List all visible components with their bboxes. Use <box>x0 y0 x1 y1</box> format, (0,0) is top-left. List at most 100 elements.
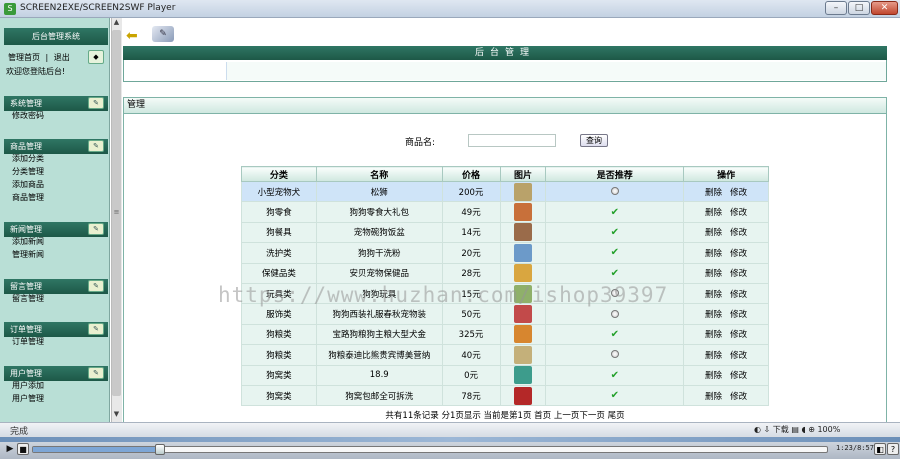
cell-actions: 删除 修改 <box>683 180 769 203</box>
scroll-down-icon[interactable]: ▼ <box>111 410 122 420</box>
sidebar-link[interactable]: 用户管理 <box>12 393 44 405</box>
cell-recommended: ✔ <box>545 221 685 244</box>
stop-button[interactable]: ■ <box>17 443 29 455</box>
folder-icon: ✎ <box>88 280 104 292</box>
delete-link[interactable]: 删除 <box>705 330 722 340</box>
edit-link[interactable]: 修改 <box>730 208 747 218</box>
cell-price: 0元 <box>441 364 501 386</box>
table-row[interactable]: 洗护类 狗狗干洗粉 20元 ✔ 删除 修改 <box>241 242 769 264</box>
scroll-up-icon[interactable]: ▲ <box>111 18 122 28</box>
edit-link[interactable]: 修改 <box>730 310 747 320</box>
edit-link[interactable]: 修改 <box>730 188 747 198</box>
page-icon[interactable]: ▤ <box>791 425 799 434</box>
timecode: 1:23/8:57 <box>836 444 874 452</box>
download-icon[interactable]: ⇩ <box>764 425 771 434</box>
sidebar-link[interactable]: 订单管理 <box>12 336 44 348</box>
zoom-icon[interactable]: ⊕ <box>808 425 815 434</box>
product-thumbnail <box>513 203 532 222</box>
cell-recommended: ✔ <box>545 384 685 407</box>
progress-knob[interactable] <box>155 444 165 455</box>
search-input[interactable] <box>468 134 556 147</box>
sidebar-group-header[interactable]: 用户管理 ✎ <box>4 366 108 381</box>
info-button[interactable]: ? <box>887 443 899 455</box>
search-label: 商品名: <box>405 138 436 148</box>
search-button[interactable]: 查询 <box>580 134 608 147</box>
table-row[interactable]: 狗窝类 18.9 0元 ✔ 删除 修改 <box>241 364 769 386</box>
product-thumbnail <box>513 325 532 344</box>
sidebar-group-header[interactable]: 商品管理 ✎ <box>4 139 108 154</box>
delete-link[interactable]: 删除 <box>705 371 722 381</box>
cell-actions: 删除 修改 <box>683 323 769 346</box>
edit-link[interactable]: 修改 <box>730 228 747 238</box>
table-row[interactable]: 狗窝类 狗窝包邮全可拆洗 78元 ✔ 删除 修改 <box>241 384 769 407</box>
snapshot-button[interactable]: ◧ <box>874 443 886 455</box>
table-row[interactable]: 狗粮类 狗粮泰迪比熊贵宾博美营纳 40元 删除 修改 <box>241 344 769 366</box>
table-row[interactable]: 保健品类 安贝宠物保健品 28元 ✔ 删除 修改 <box>241 262 769 284</box>
page-header: 后台管理 <box>123 46 887 60</box>
table-row[interactable]: 狗粮类 宝路狗粮狗主粮大型犬金 325元 ✔ 删除 修改 <box>241 323 769 346</box>
delete-link[interactable]: 删除 <box>705 188 722 198</box>
sidebar-link[interactable]: 修改密码 <box>12 110 44 122</box>
delete-link[interactable]: 删除 <box>705 392 722 402</box>
taskbar-strip <box>0 437 900 442</box>
table-row[interactable]: 狗餐具 宠物碗狗饭盆 14元 ✔ 删除 修改 <box>241 221 769 244</box>
checkmark-icon: ✔ <box>610 390 619 402</box>
cell-category: 狗餐具 <box>241 221 317 244</box>
delete-link[interactable]: 删除 <box>705 249 722 259</box>
zoom-level[interactable]: 100% <box>817 425 840 434</box>
download-label[interactable]: 下载 <box>773 425 789 434</box>
minimize-button[interactable]: – <box>825 1 847 15</box>
edit-link[interactable]: 修改 <box>730 351 747 361</box>
edit-icon[interactable]: ✎ <box>152 26 174 42</box>
sidebar-link[interactable]: 添加商品 <box>12 179 44 191</box>
cell-image <box>499 201 547 223</box>
delete-link[interactable]: 删除 <box>705 208 722 218</box>
sidebar-link[interactable]: 添加新闻 <box>12 236 44 248</box>
table-row[interactable]: 小型宠物犬 松狮 200元 删除 修改 <box>241 180 769 203</box>
checkmark-icon: ✔ <box>610 369 619 381</box>
sidebar-group-label: 新闻管理 <box>10 225 42 234</box>
sidebar-group-header[interactable]: 订单管理 ✎ <box>4 322 108 337</box>
content-toolbar <box>122 18 900 48</box>
sidebar-link[interactable]: 添加分类 <box>12 153 44 165</box>
delete-link[interactable]: 删除 <box>705 228 722 238</box>
edit-link[interactable]: 修改 <box>730 290 747 300</box>
nav-home-link[interactable]: 管理首页 <box>8 53 40 62</box>
cell-recommended: ✔ <box>545 364 685 386</box>
sidebar-group-header[interactable]: 系统管理 ✎ <box>4 96 108 111</box>
sidebar-group-header[interactable]: 留言管理 ✎ <box>4 279 108 294</box>
delete-link[interactable]: 删除 <box>705 290 722 300</box>
edit-link[interactable]: 修改 <box>730 330 747 340</box>
sidebar-link[interactable]: 分类管理 <box>12 166 44 178</box>
speaker-icon[interactable]: ◖ <box>801 425 805 434</box>
sidebar-link[interactable]: 管理新闻 <box>12 249 44 261</box>
cell-price: 14元 <box>441 221 501 244</box>
delete-link[interactable]: 删除 <box>705 269 722 279</box>
sidebar-link[interactable]: 留言管理 <box>12 293 44 305</box>
nav-logout-link[interactable]: 退出 <box>54 53 70 62</box>
sidebar-link[interactable]: 商品管理 <box>12 192 44 204</box>
cell-price: 78元 <box>441 384 501 407</box>
cell-category: 小型宠物犬 <box>241 180 317 203</box>
maximize-button[interactable]: □ <box>848 1 870 15</box>
product-thumbnail <box>513 243 532 262</box>
edit-link[interactable]: 修改 <box>730 269 747 279</box>
delete-link[interactable]: 删除 <box>705 351 722 361</box>
table-row[interactable]: 狗零食 狗狗零食大礼包 49元 ✔ 删除 修改 <box>241 201 769 223</box>
edit-link[interactable]: 修改 <box>730 249 747 259</box>
edit-link[interactable]: 修改 <box>730 371 747 381</box>
cell-category: 狗粮类 <box>241 323 317 346</box>
close-button[interactable]: ✕ <box>871 1 898 15</box>
delete-link[interactable]: 删除 <box>705 310 722 320</box>
window-titlebar: S SCREEN2EXE/SCREEN2SWF Player <box>0 0 900 18</box>
col-header-name: 名称 <box>315 166 443 182</box>
play-button[interactable]: ▶ <box>4 443 16 455</box>
sidebar-group-header[interactable]: 新闻管理 ✎ <box>4 222 108 237</box>
cell-actions: 删除 修改 <box>683 262 769 284</box>
globe-icon: ◐ <box>754 425 761 434</box>
sidebar-group-label: 用户管理 <box>10 369 42 378</box>
edit-link[interactable]: 修改 <box>730 392 747 402</box>
back-arrow-icon[interactable]: ⬅ <box>126 28 138 44</box>
sidebar-link[interactable]: 用户添加 <box>12 380 44 392</box>
product-thumbnail <box>513 264 532 283</box>
